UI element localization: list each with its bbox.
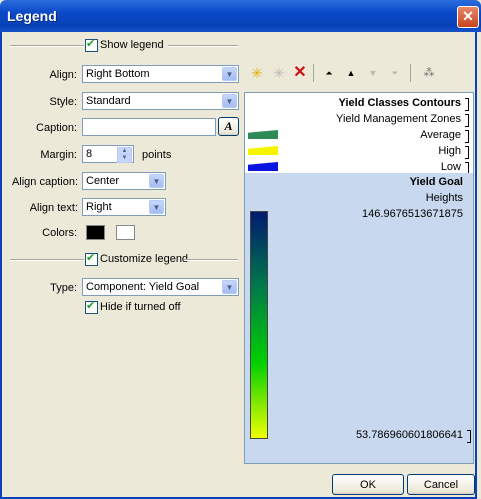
divider bbox=[10, 259, 84, 261]
align-caption-select[interactable]: Center ▼ bbox=[82, 172, 166, 190]
divider bbox=[184, 259, 238, 261]
bracket bbox=[465, 130, 469, 143]
margin-value: 8 bbox=[86, 148, 93, 160]
move-up-icon[interactable]: ▲ bbox=[344, 66, 358, 80]
foreground-color-swatch[interactable] bbox=[86, 225, 105, 240]
legend-item-label: High bbox=[438, 145, 461, 157]
add-item-icon[interactable]: ✳ bbox=[250, 66, 264, 80]
align-value: Right Bottom bbox=[86, 68, 150, 80]
caption-input[interactable] bbox=[82, 118, 216, 136]
type-select[interactable]: Component: Yield Goal ▼ bbox=[82, 278, 239, 296]
gradient-bar bbox=[250, 211, 268, 439]
max-value: 146.9676513671875 bbox=[362, 208, 463, 220]
toolbar-separator bbox=[410, 64, 411, 82]
align-caption-label: Align caption: bbox=[11, 176, 78, 188]
align-text-select[interactable]: Right ▼ bbox=[82, 198, 166, 216]
toolbar-separator bbox=[313, 64, 314, 82]
type-label: Type: bbox=[50, 282, 77, 294]
align-label: Align: bbox=[49, 69, 77, 81]
margin-unit: points bbox=[142, 149, 172, 161]
show-legend-label: Show legend bbox=[100, 39, 164, 51]
legend-swatch bbox=[248, 130, 278, 139]
spin-down-icon[interactable]: ▼ bbox=[117, 154, 132, 163]
style-select[interactable]: Standard ▼ bbox=[82, 92, 239, 110]
title-bar: Legend ✕ bbox=[0, 0, 481, 32]
tree-icon[interactable]: ⁂ bbox=[422, 66, 436, 80]
bracket bbox=[465, 146, 469, 159]
legend-preview[interactable]: Yield Classes Contours Yield Management … bbox=[244, 92, 474, 464]
min-value: 53.786960601806641 bbox=[355, 429, 463, 441]
type-value: Component: Yield Goal bbox=[86, 281, 200, 293]
chevron-down-icon[interactable]: ▼ bbox=[149, 200, 164, 214]
margin-input[interactable]: 8 ▲ ▼ bbox=[82, 145, 134, 163]
section-subtitle: Heights bbox=[425, 192, 463, 204]
show-legend-checkbox[interactable] bbox=[85, 37, 98, 52]
align-caption-value: Center bbox=[86, 175, 120, 187]
margin-label: Margin: bbox=[40, 149, 77, 161]
caption-label: Caption: bbox=[36, 122, 77, 134]
divider bbox=[10, 45, 84, 47]
selected-component[interactable]: Yield Goal Heights 146.9676513671875 53.… bbox=[245, 173, 473, 463]
divider bbox=[168, 45, 238, 47]
chevron-down-icon[interactable]: ▼ bbox=[222, 94, 237, 108]
customize-legend-label: Customize legend bbox=[100, 253, 189, 265]
bracket bbox=[465, 114, 469, 127]
style-value: Standard bbox=[86, 95, 131, 107]
bracket bbox=[465, 98, 469, 111]
align-text-label: Align text: bbox=[29, 202, 78, 214]
preview-heading: Yield Classes Contours bbox=[338, 97, 461, 109]
legend-item-label: Average bbox=[420, 129, 461, 141]
caption-font-button[interactable]: A bbox=[218, 117, 239, 136]
legend-item-label: Low bbox=[440, 161, 461, 173]
legend-swatch bbox=[248, 162, 278, 171]
background-color-swatch[interactable] bbox=[116, 225, 135, 240]
preview-subheading: Yield Management Zones bbox=[336, 113, 461, 125]
chevron-down-icon[interactable]: ▼ bbox=[222, 67, 237, 81]
hide-if-off-label: Hide if turned off bbox=[100, 301, 181, 313]
section-title: Yield Goal bbox=[409, 176, 463, 188]
chevron-down-icon[interactable]: ▼ bbox=[149, 174, 164, 188]
align-select[interactable]: Right Bottom ▼ bbox=[82, 65, 239, 83]
cancel-button[interactable]: Cancel bbox=[407, 474, 475, 495]
window-title: Legend bbox=[7, 8, 57, 24]
align-text-value: Right bbox=[86, 201, 112, 213]
chevron-down-icon[interactable]: ▼ bbox=[222, 280, 237, 294]
colors-label: Colors: bbox=[42, 227, 77, 239]
hide-if-off-checkbox[interactable] bbox=[85, 299, 98, 314]
move-bottom-icon: ⏷ bbox=[391, 68, 399, 78]
bracket bbox=[467, 430, 471, 443]
style-label: Style: bbox=[49, 96, 77, 108]
move-down-icon: ▼ bbox=[368, 68, 378, 78]
legend-swatch bbox=[248, 146, 278, 155]
delete-icon[interactable]: ✕ bbox=[293, 65, 307, 81]
move-top-icon[interactable]: ⏶ bbox=[322, 66, 336, 80]
add-disabled-icon: ✳ bbox=[273, 65, 285, 81]
ok-button[interactable]: OK bbox=[332, 474, 404, 495]
close-icon[interactable]: ✕ bbox=[457, 6, 479, 28]
customize-legend-checkbox[interactable] bbox=[85, 251, 98, 266]
